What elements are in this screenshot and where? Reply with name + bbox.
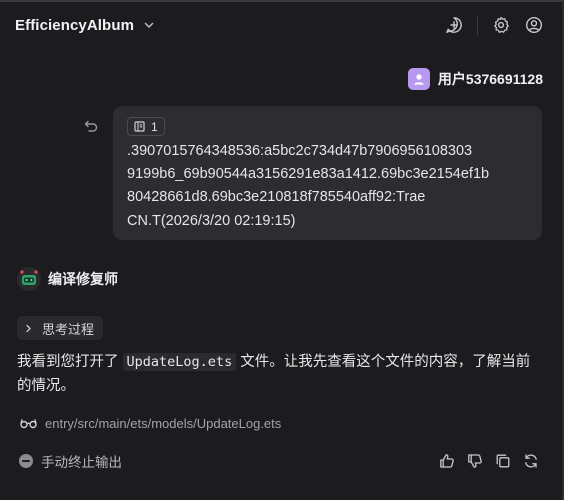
document-icon — [134, 121, 145, 132]
header-bar: EfficiencyAlbum — [0, 0, 564, 52]
assistant-name: 编译修复师 — [48, 271, 118, 287]
undo-icon[interactable] — [82, 117, 100, 135]
reference-count: 1 — [151, 119, 158, 134]
message-text: .3907015764348536:a5bc2c734d47b790695610… — [127, 143, 490, 229]
thinking-process-toggle[interactable]: 思考过程 — [17, 316, 104, 340]
stop-icon — [19, 454, 33, 468]
stop-label: 手动终止输出 — [41, 455, 122, 470]
file-path: entry/src/main/ets/models/UpdateLog.ets — [45, 415, 282, 431]
inline-code-filename: UpdateLog.ets — [122, 353, 237, 371]
header-divider — [477, 15, 478, 36]
regenerate-icon[interactable] — [522, 452, 539, 469]
thinking-label: 思考过程 — [42, 321, 95, 337]
user-message-bubble: 1 .3907015764348536:a5bc2c734d47b7906956… — [113, 106, 542, 240]
copy-icon[interactable] — [494, 452, 511, 469]
user-message-header: 用户5376691128 — [407, 68, 543, 90]
chevron-down-icon — [142, 18, 156, 32]
stop-output-button[interactable]: 手动终止输出 — [19, 451, 122, 471]
thumbs-down-icon[interactable] — [466, 452, 483, 469]
assistant-header: 编译修复师 — [17, 267, 118, 291]
glasses-icon — [20, 418, 37, 428]
file-read-item[interactable]: entry/src/main/ets/models/UpdateLog.ets — [20, 414, 281, 432]
context-reference-chip[interactable]: 1 — [127, 117, 165, 136]
app-title: EfficiencyAlbum — [15, 16, 135, 34]
new-chat-icon[interactable] — [444, 15, 464, 35]
account-icon[interactable] — [524, 15, 544, 35]
assistant-reply: 我看到您打开了 UpdateLog.ets 文件。让我先查看这个文件的内容，了解… — [17, 350, 542, 398]
assistant-avatar — [17, 267, 41, 291]
user-name: 用户5376691128 — [437, 71, 543, 87]
project-selector[interactable]: EfficiencyAlbum — [15, 14, 156, 36]
avatar — [407, 68, 430, 90]
robot-icon — [17, 267, 41, 291]
settings-icon[interactable] — [491, 15, 511, 35]
reply-text-start: 我看到您打开了 — [17, 354, 123, 370]
user-icon — [414, 74, 424, 85]
chevron-right-icon — [26, 324, 31, 332]
thumbs-up-icon[interactable] — [438, 452, 455, 469]
